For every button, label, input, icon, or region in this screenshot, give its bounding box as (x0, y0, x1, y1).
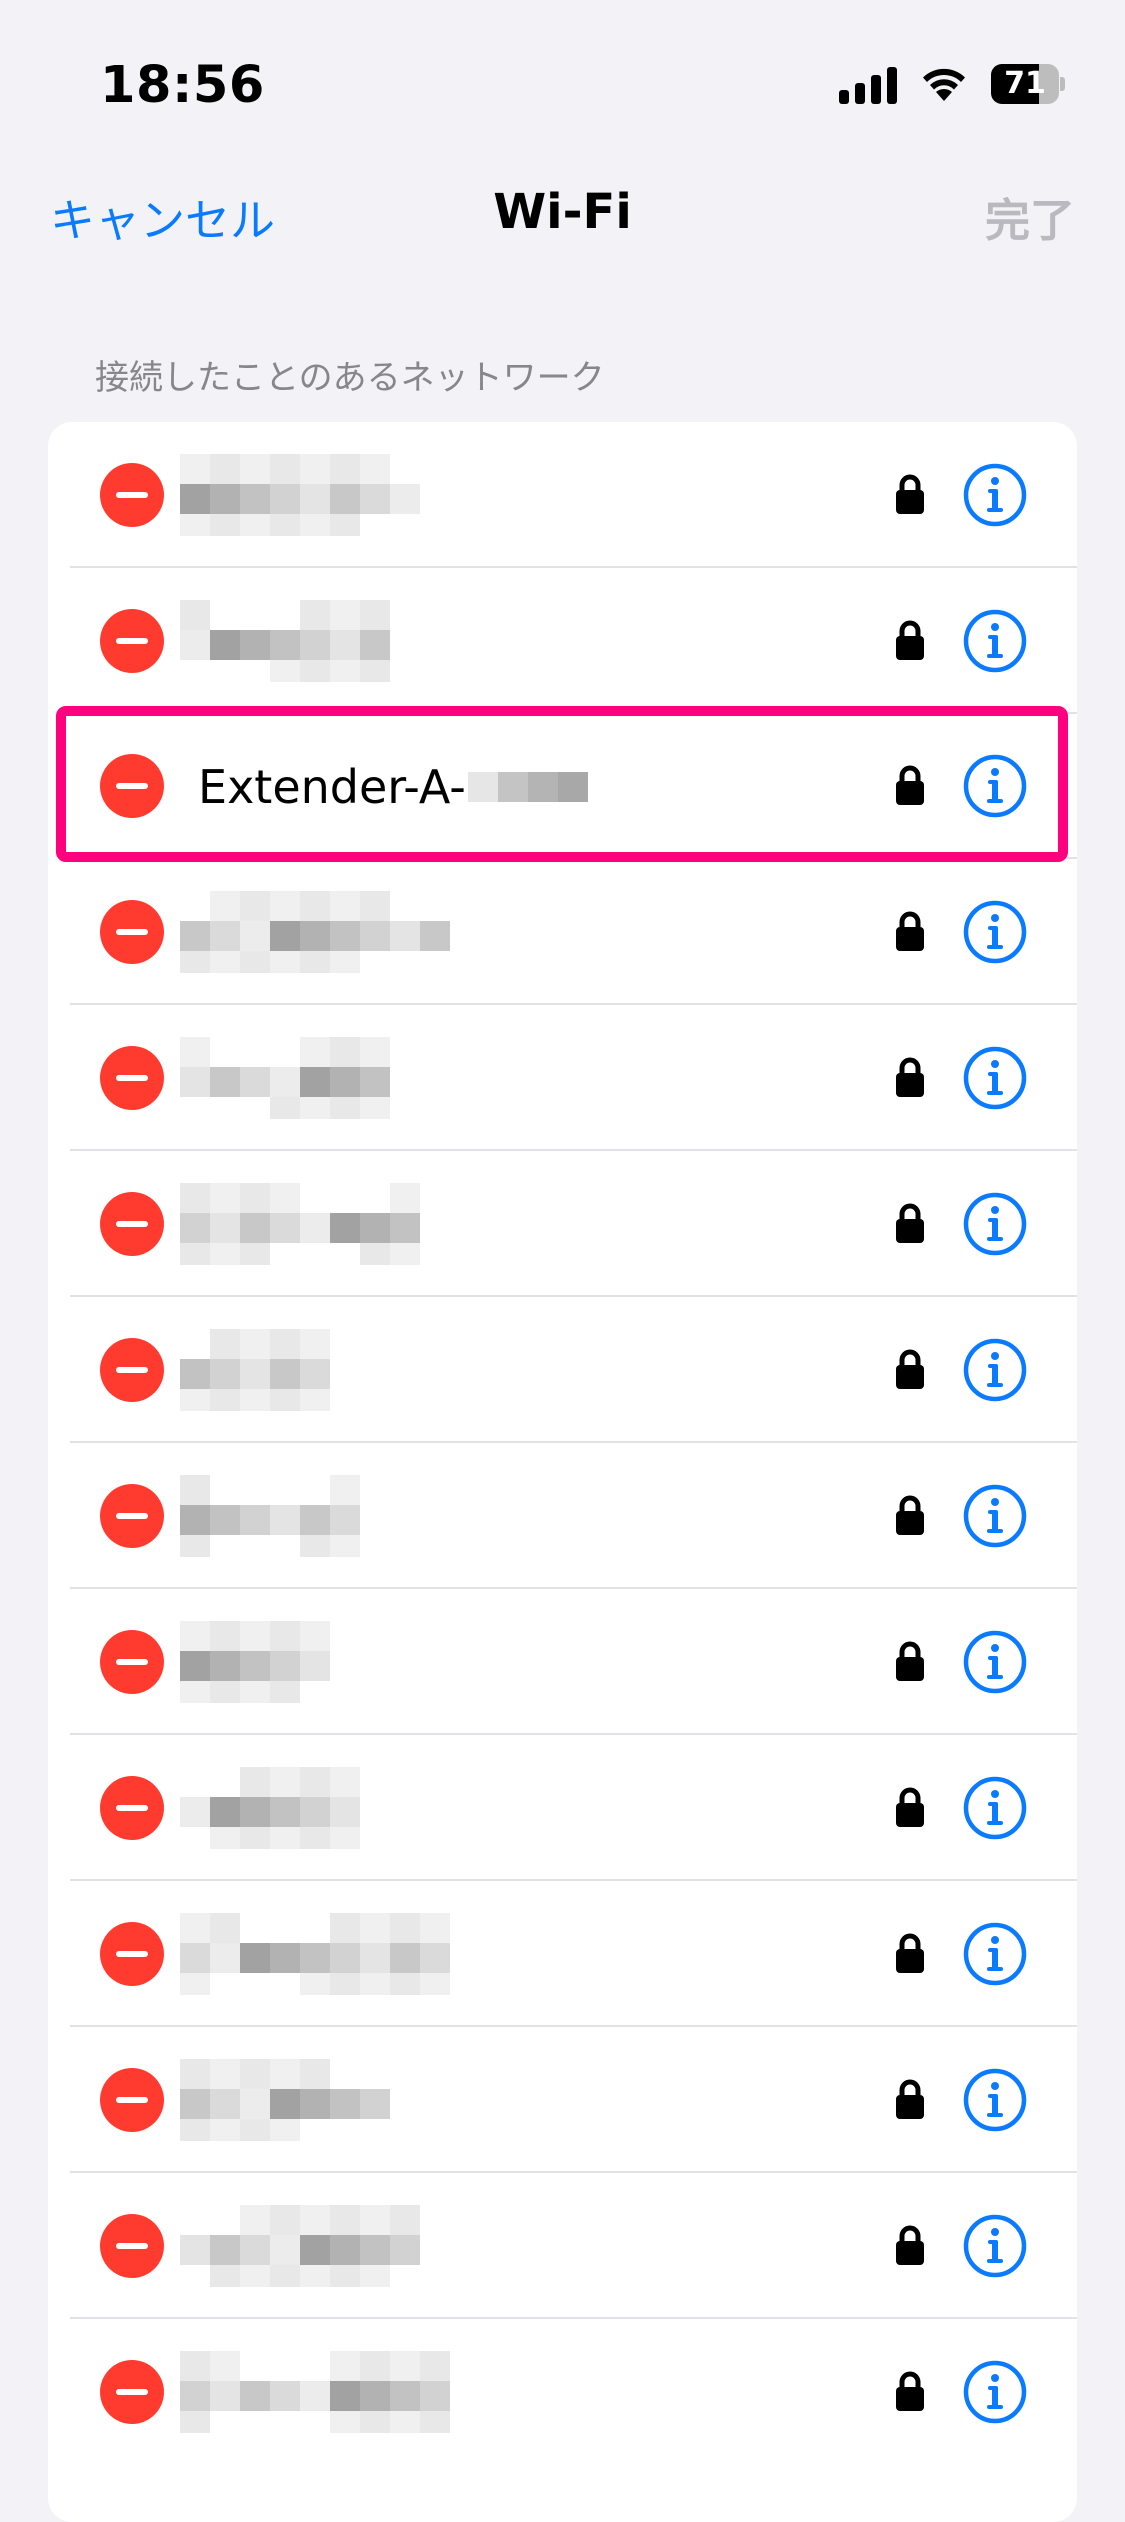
delete-network-button[interactable] (100, 1922, 164, 1986)
lock-icon (894, 1785, 926, 1829)
lock-icon (894, 1493, 926, 1537)
info-button[interactable] (963, 1192, 1027, 1256)
delete-network-button[interactable] (100, 1046, 164, 1110)
status-icons: 71 (839, 64, 1065, 104)
info-button[interactable] (963, 1630, 1027, 1694)
network-row[interactable] (48, 2173, 1077, 2319)
lock-icon (894, 1347, 926, 1391)
delete-network-button[interactable] (100, 1192, 164, 1256)
battery-level: 71 (1004, 66, 1046, 101)
redacted-network-name (180, 1621, 330, 1703)
redacted-network-name (180, 1913, 450, 1995)
redacted-network-name (180, 2351, 450, 2433)
wifi-icon (923, 68, 965, 101)
redacted-network-name (180, 1037, 390, 1119)
network-row[interactable] (48, 1443, 1077, 1589)
network-row[interactable] (48, 2027, 1077, 2173)
lock-icon (894, 1931, 926, 1975)
delete-network-button[interactable] (100, 1338, 164, 1402)
info-button[interactable] (963, 2068, 1027, 2132)
known-networks-list: Extender-A- (48, 422, 1077, 2522)
network-row[interactable]: Extender-A- (48, 713, 1077, 859)
network-row[interactable] (48, 1735, 1077, 1881)
redacted-network-name (180, 891, 450, 973)
network-row[interactable] (48, 2319, 1077, 2465)
delete-network-button[interactable] (100, 609, 164, 673)
delete-network-button[interactable] (100, 2360, 164, 2424)
redacted-network-name (180, 600, 390, 682)
network-name: Extender-A- (198, 760, 588, 814)
info-button[interactable] (963, 1776, 1027, 1840)
redacted-network-name (180, 1183, 420, 1265)
info-button[interactable] (963, 2214, 1027, 2278)
network-row[interactable] (48, 1589, 1077, 1735)
delete-network-button[interactable] (100, 1776, 164, 1840)
redacted-network-name (180, 1767, 360, 1849)
info-button[interactable] (963, 900, 1027, 964)
status-time: 18:56 (100, 56, 265, 115)
network-row[interactable] (48, 859, 1077, 1005)
redacted-network-name (180, 1329, 330, 1411)
delete-network-button[interactable] (100, 754, 164, 818)
delete-network-button[interactable] (100, 900, 164, 964)
network-row[interactable] (48, 1297, 1077, 1443)
redacted-name-suffix (467, 771, 588, 802)
delete-network-button[interactable] (100, 2068, 164, 2132)
nav-bar: キャンセル Wi-Fi 完了 (0, 170, 1125, 260)
delete-network-button[interactable] (100, 1484, 164, 1548)
info-button[interactable] (963, 754, 1027, 818)
info-button[interactable] (963, 1338, 1027, 1402)
lock-icon (894, 2369, 926, 2413)
info-button[interactable] (963, 1922, 1027, 1986)
info-button[interactable] (963, 463, 1027, 527)
info-button[interactable] (963, 1046, 1027, 1110)
delete-network-button[interactable] (100, 2214, 164, 2278)
lock-icon (894, 763, 926, 807)
lock-icon (894, 472, 926, 516)
delete-network-button[interactable] (100, 463, 164, 527)
lock-icon (894, 2077, 926, 2121)
lock-icon (894, 1639, 926, 1683)
battery-icon: 71 (991, 64, 1065, 104)
network-row[interactable] (48, 1151, 1077, 1297)
network-row[interactable] (48, 1881, 1077, 2027)
network-row[interactable] (48, 1005, 1077, 1151)
delete-network-button[interactable] (100, 1630, 164, 1694)
lock-icon (894, 1201, 926, 1245)
cellular-signal-icon (839, 64, 897, 104)
lock-icon (894, 909, 926, 953)
lock-icon (894, 618, 926, 662)
lock-icon (894, 1055, 926, 1099)
network-row[interactable] (48, 568, 1077, 714)
redacted-network-name (180, 2059, 390, 2141)
redacted-network-name (180, 2205, 420, 2287)
info-button[interactable] (963, 2360, 1027, 2424)
status-bar: 18:56 71 (0, 0, 1125, 150)
network-name-text: Extender-A- (198, 760, 466, 814)
redacted-network-name (180, 454, 420, 536)
section-header: 接続したことのあるネットワーク (95, 358, 605, 398)
info-button[interactable] (963, 609, 1027, 673)
page-title: Wi-Fi (493, 184, 632, 240)
info-button[interactable] (963, 1484, 1027, 1548)
lock-icon (894, 2223, 926, 2267)
network-row[interactable] (48, 422, 1077, 568)
done-button[interactable]: 完了 (985, 184, 1075, 249)
redacted-network-name (180, 1475, 360, 1557)
